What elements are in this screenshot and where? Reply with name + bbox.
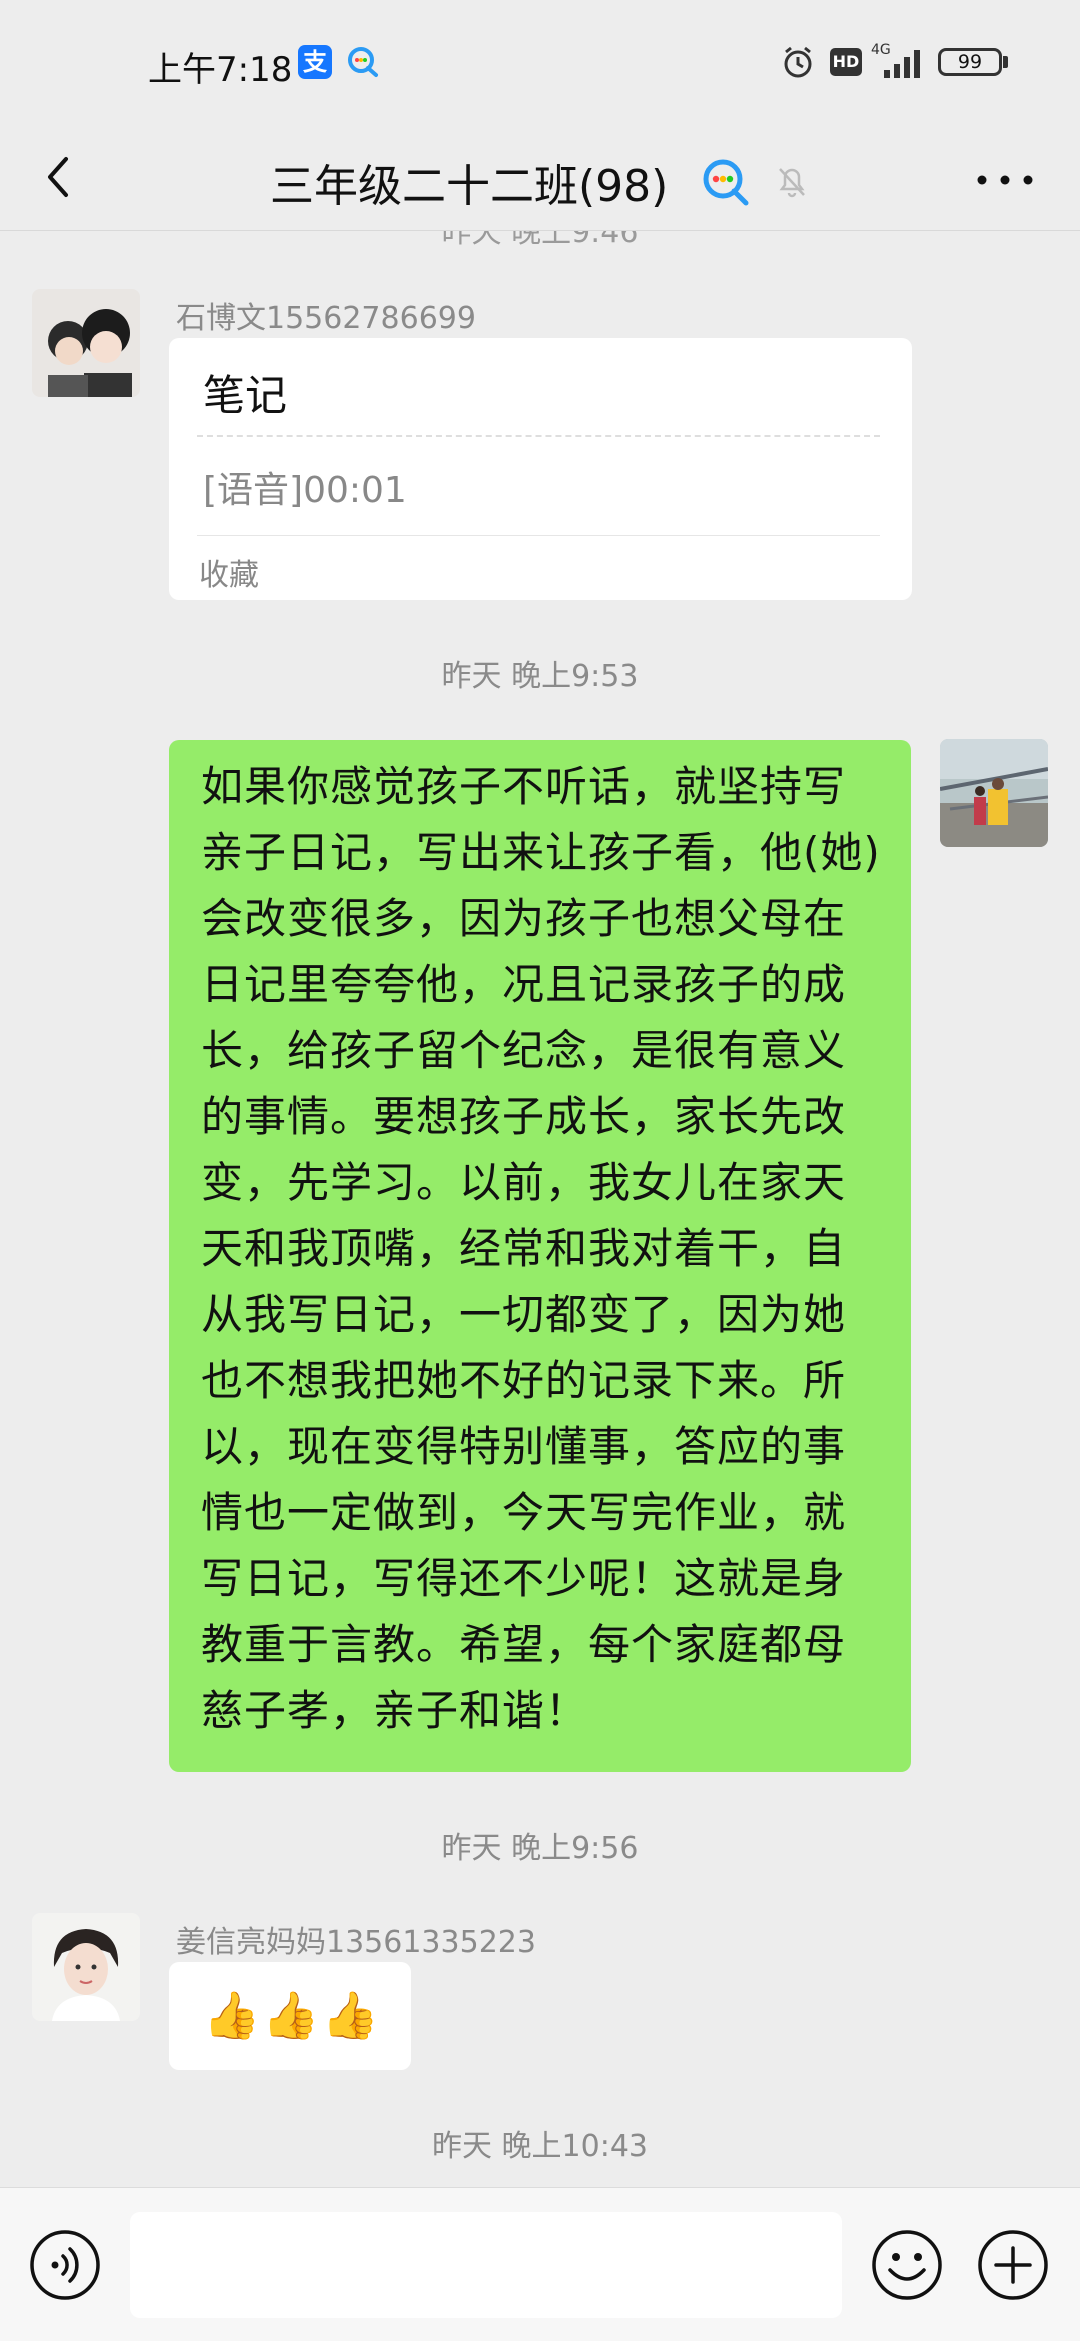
avatar-self[interactable] <box>940 739 1048 847</box>
muted-bell-icon <box>779 168 805 198</box>
chat-messages[interactable]: 昨天 晚上9:46 石博文15562786699 笔记 [语音]00:01 收藏… <box>0 231 1080 2187</box>
note-dash-divider <box>197 435 880 437</box>
note-card[interactable]: 笔记 [语音]00:01 收藏 <box>169 338 912 600</box>
sender-name: 姜信亮妈妈13561335223 <box>176 1925 536 1960</box>
status-time: 上午7:18 <box>148 50 293 90</box>
message-bubble-emoji[interactable]: 👍👍👍 <box>169 1962 411 2070</box>
voice-input-icon[interactable] <box>28 2228 102 2302</box>
timestamp: 昨天 晚上9:53 <box>441 659 639 694</box>
timestamp: 昨天 晚上10:43 <box>432 2129 648 2164</box>
back-arrow-icon[interactable] <box>30 147 90 207</box>
group-chat-logo-icon <box>703 159 749 206</box>
emoji-icon[interactable] <box>870 2228 944 2302</box>
battery-tip-icon <box>1003 56 1008 68</box>
hd-badge: HD <box>830 48 862 76</box>
avatar-jiangxinliang-mom[interactable] <box>32 1913 140 2021</box>
timestamp: 昨天 晚上9:56 <box>441 1831 639 1866</box>
more-options-icon[interactable] <box>970 155 1040 205</box>
signal-icon <box>884 50 920 78</box>
group-title: 三年级二十二班(98) <box>270 161 669 212</box>
message-bubble-self[interactable]: 如果你感觉孩子不听话，就坚持写亲子日记，写出来让孩子看，他(她)会改变很多，因为… <box>169 740 911 1772</box>
status-bar: 上午7:18 支 HD 4G 99 <box>0 0 1080 125</box>
sender-name: 石博文15562786699 <box>176 301 476 336</box>
alarm-icon <box>784 46 812 78</box>
note-body: [语音]00:01 <box>203 470 407 511</box>
message-text: 如果你感觉孩子不听话，就坚持写亲子日记，写出来让孩子看，他(她)会改变很多，因为… <box>201 762 881 1735</box>
chat-app-icon <box>348 47 378 77</box>
battery-level: 99 <box>938 48 1002 76</box>
message-input[interactable] <box>130 2212 842 2318</box>
note-title: 笔记 <box>203 371 288 420</box>
note-footer: 收藏 <box>199 558 259 593</box>
plus-icon[interactable] <box>976 2228 1050 2302</box>
avatar-shibowen[interactable] <box>32 289 140 397</box>
alipay-icon: 支 <box>298 45 332 79</box>
note-divider <box>197 535 880 536</box>
input-bar <box>0 2187 1080 2341</box>
timestamp-clipped: 昨天 晚上9:46 <box>441 231 639 250</box>
chat-header: 三年级二十二班(98) <box>0 125 1080 231</box>
thumbs-up-emoji: 👍👍👍 <box>203 1988 381 2042</box>
